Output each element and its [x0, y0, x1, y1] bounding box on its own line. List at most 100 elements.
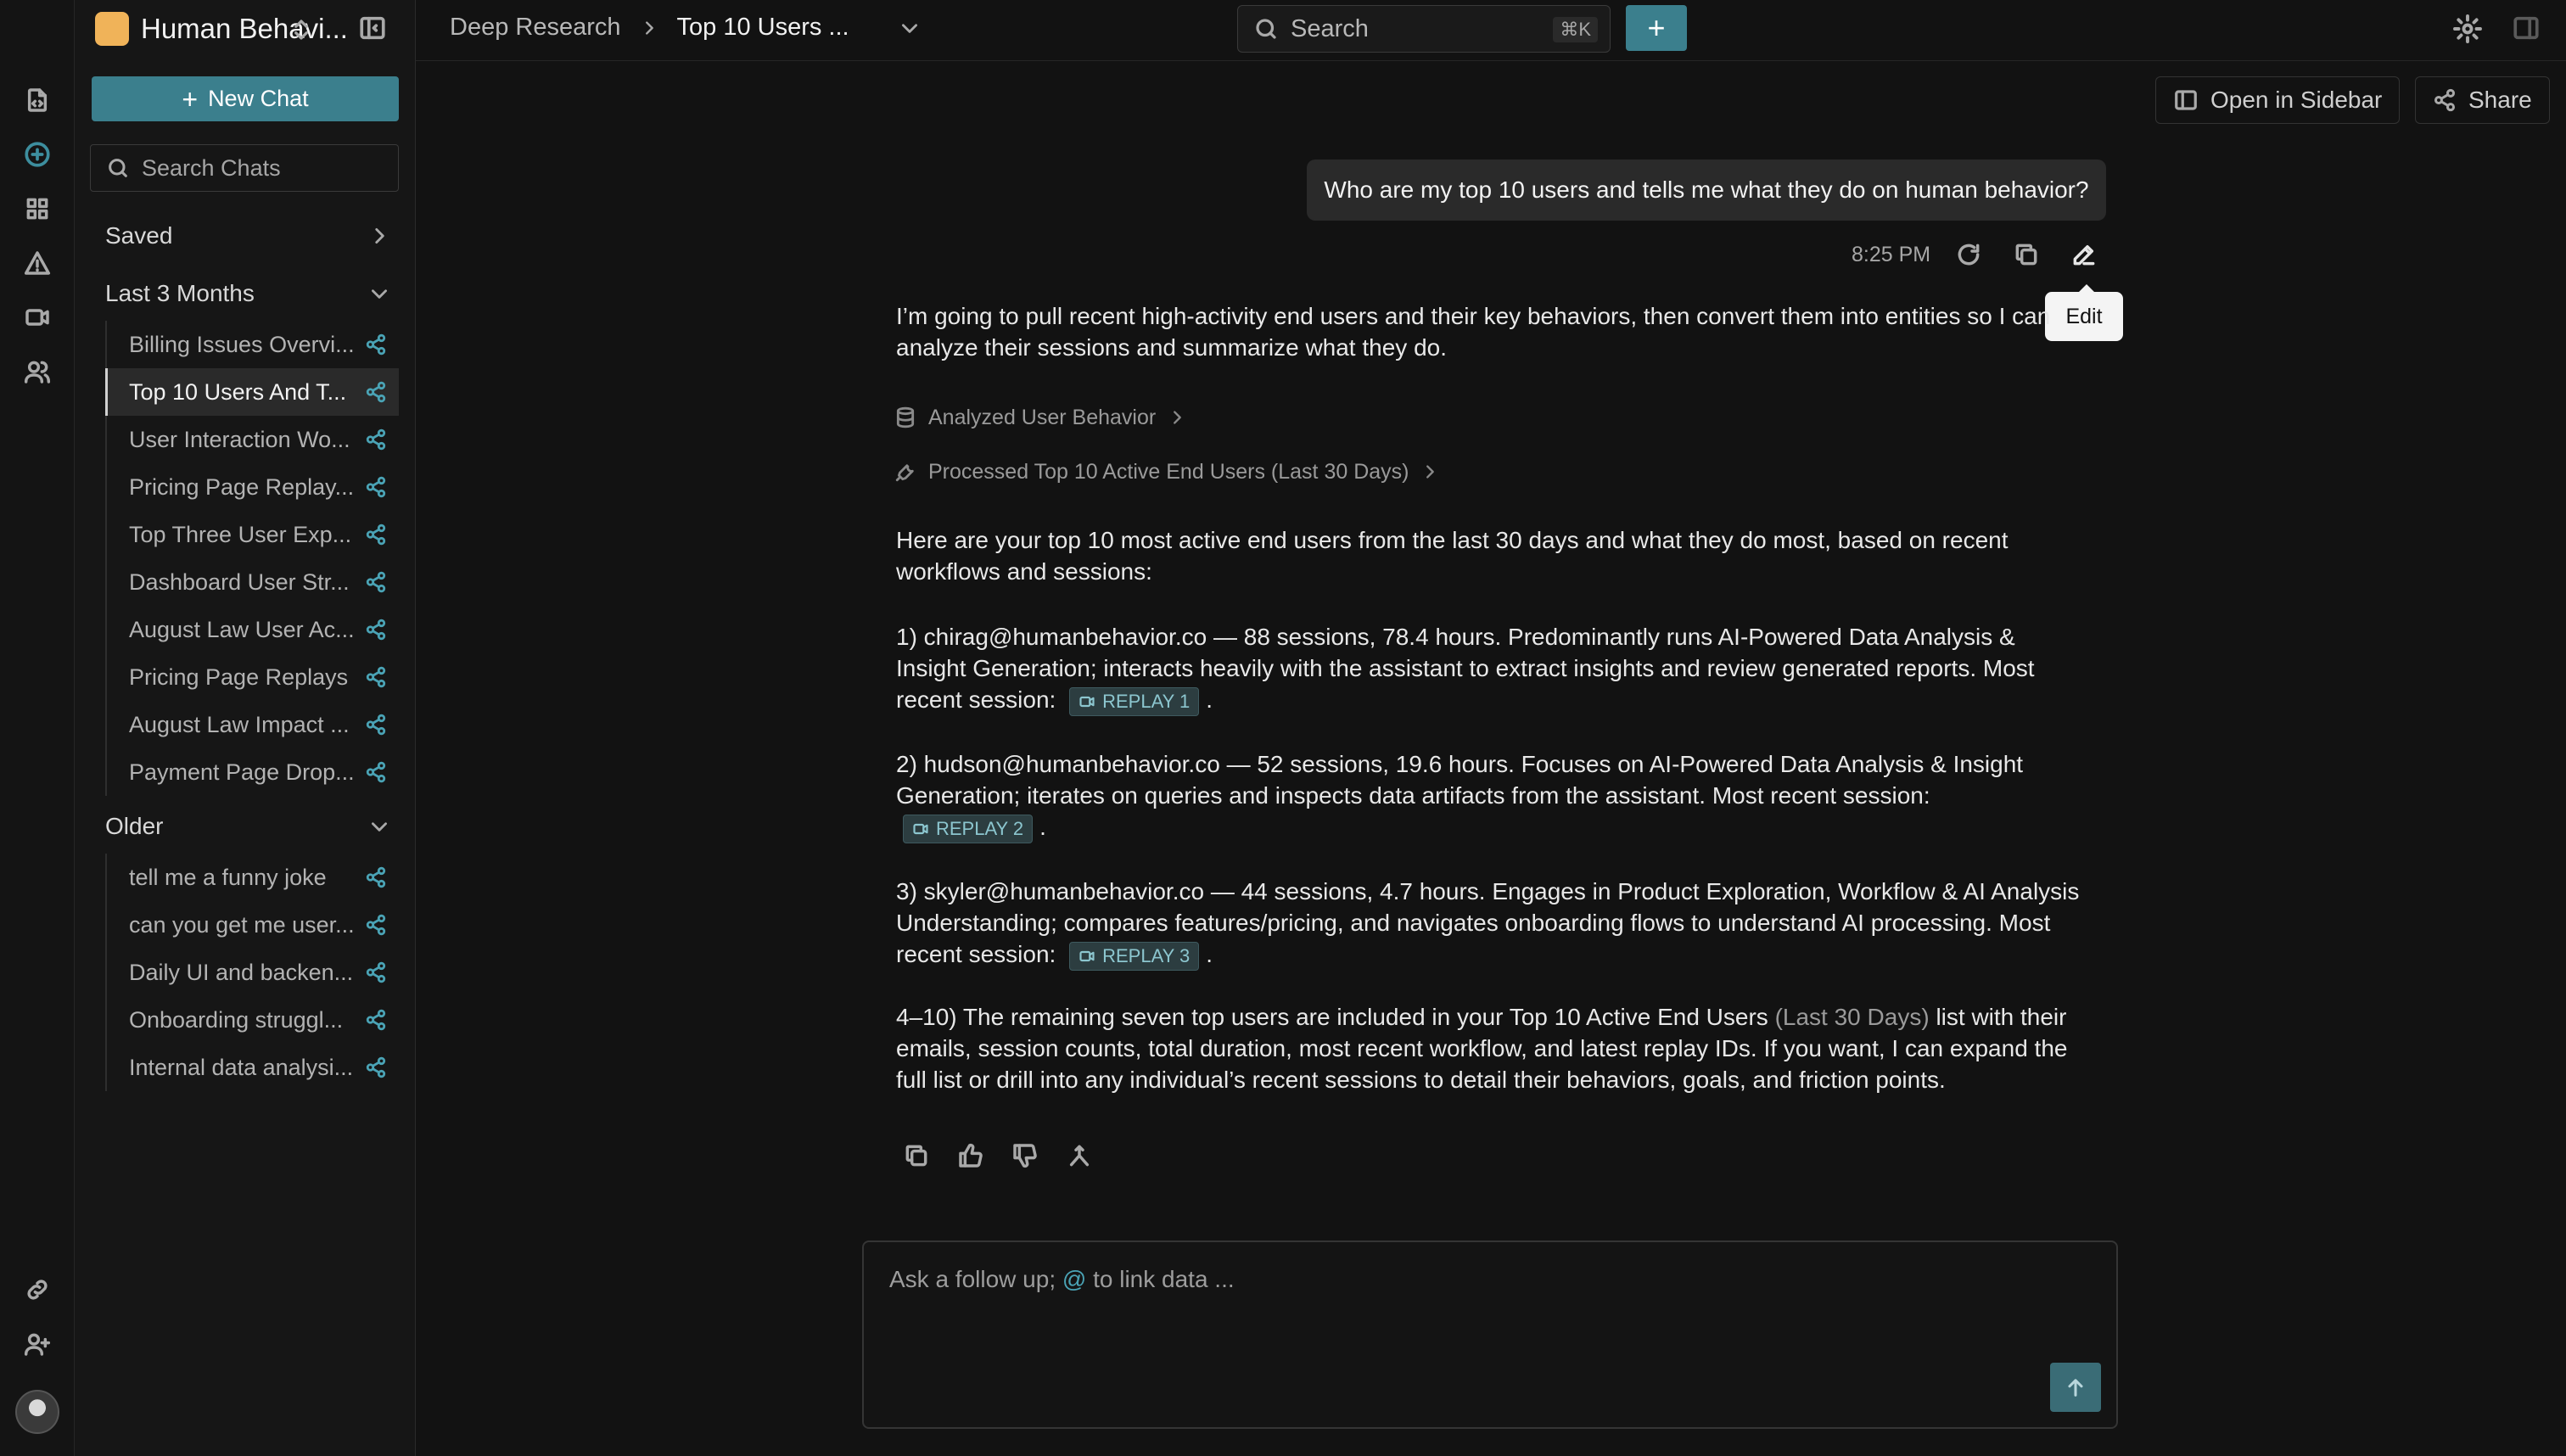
search-label: Search: [1291, 14, 1369, 42]
edit-icon[interactable]: [2067, 238, 2101, 272]
database-icon: [896, 406, 915, 428]
chat-title: Daily UI and backen...: [129, 959, 354, 985]
send-button[interactable]: [2050, 1363, 2101, 1412]
chat-list-item[interactable]: Top Three User Exp...: [107, 511, 399, 558]
video-icon[interactable]: [19, 299, 56, 336]
chat-list-item[interactable]: can you get me user...: [107, 901, 399, 949]
share-icon[interactable]: [365, 761, 387, 783]
thumbs-up-icon[interactable]: [952, 1137, 989, 1174]
replay-1-chip[interactable]: REPLAY 1: [1069, 686, 1200, 716]
new-chat-button[interactable]: + New Chat: [92, 76, 399, 121]
assistant-summary: Here are your top 10 most active end use…: [896, 527, 2009, 585]
share-icon[interactable]: [365, 476, 387, 498]
chat-title: Payment Page Drop...: [129, 759, 355, 785]
chat-list-item[interactable]: Payment Page Drop...: [107, 748, 399, 796]
chat-list-item[interactable]: User Interaction Wo...: [107, 416, 399, 463]
copy-response-icon[interactable]: [898, 1137, 935, 1174]
branch-icon[interactable]: [1061, 1137, 1098, 1174]
share-icon[interactable]: [365, 866, 387, 888]
follow-up-input[interactable]: Ask a follow up; @ to link data ...: [862, 1240, 2118, 1429]
create-button[interactable]: +: [1626, 5, 1687, 51]
chevron-up-down-icon[interactable]: [289, 15, 314, 44]
chat-list-item[interactable]: Onboarding struggl...: [107, 996, 399, 1044]
share-icon[interactable]: [365, 333, 387, 356]
collapse-sidebar-icon[interactable]: [358, 14, 387, 42]
message-timestamp: 8:25 PM: [1852, 243, 1931, 266]
chevron-right-icon: [375, 228, 384, 244]
tool-step-processed[interactable]: Processed Top 10 Active End Users (Last …: [894, 455, 1439, 489]
user-item-2: 2) hudson@humanbehavior.co — 52 sessions…: [896, 748, 2076, 843]
chat-list-item[interactable]: Pricing Page Replay...: [107, 463, 399, 511]
user-item-4-text: 4–10) The remaining seven top users are …: [896, 1004, 1768, 1030]
period: .: [1039, 814, 1046, 840]
search-icon: [109, 159, 127, 177]
share-icon[interactable]: [365, 1056, 387, 1078]
share-label: Share: [2468, 87, 2532, 113]
dashboard-icon[interactable]: [19, 190, 56, 227]
section-older-label: Older: [105, 813, 164, 839]
chat-list-item[interactable]: August Law Impact ...: [107, 701, 399, 748]
share-icon[interactable]: [365, 619, 387, 641]
chat-list-item[interactable]: Daily UI and backen...: [107, 949, 399, 996]
chat-title: Dashboard User Str...: [129, 568, 350, 595]
replay-3-chip[interactable]: REPLAY 3: [1069, 941, 1200, 971]
share-icon[interactable]: [365, 714, 387, 736]
share-icon[interactable]: [365, 524, 387, 546]
list-period-link[interactable]: (Last 30 Days): [1775, 1004, 1930, 1030]
new-chat-label: New Chat: [208, 86, 309, 111]
share-icon[interactable]: [365, 914, 387, 936]
sidebar-panel-icon: [2175, 90, 2197, 110]
top-bar: Deep Research Top 10 Users ... Search ⌘K…: [416, 0, 2566, 61]
users-icon[interactable]: [19, 353, 56, 390]
chat-title: Top Three User Exp...: [129, 521, 352, 547]
chat-list-item[interactable]: August Law User Ac...: [107, 606, 399, 653]
breadcrumb-current[interactable]: Top 10 Users ...: [677, 14, 849, 42]
add-user-icon[interactable]: [19, 1325, 56, 1363]
chat-list-item[interactable]: Pricing Page Replays: [107, 653, 399, 701]
link-icon[interactable]: [19, 1271, 56, 1308]
chat-list-item[interactable]: Top 10 Users And T...: [105, 368, 399, 416]
avatar[interactable]: [15, 1390, 59, 1434]
search-chats-input[interactable]: Search Chats: [90, 144, 399, 192]
replay-2-chip[interactable]: REPLAY 2: [903, 814, 1034, 843]
chat-list-item[interactable]: Internal data analysi...: [107, 1044, 399, 1091]
documents-icon[interactable]: [19, 81, 56, 119]
chevron-right-icon: [1426, 465, 1435, 479]
chat-title: Pricing Page Replays: [129, 664, 349, 690]
section-older[interactable]: Older: [105, 808, 390, 845]
share-icon[interactable]: [365, 381, 387, 403]
workspace-logo: [95, 12, 129, 46]
share-icon[interactable]: [365, 571, 387, 593]
alert-icon[interactable]: [19, 244, 56, 282]
video-icon: [1079, 950, 1095, 961]
edit-tooltip-text: Edit: [2065, 304, 2103, 328]
share-icon[interactable]: [365, 961, 387, 983]
share-icon[interactable]: [365, 666, 387, 688]
share-icon[interactable]: [365, 428, 387, 451]
share-icon[interactable]: [365, 1009, 387, 1031]
user-item-3: 3) skyler@humanbehavior.co — 44 sessions…: [896, 876, 2084, 971]
chevron-right-icon: [1174, 411, 1182, 424]
thumbs-down-icon[interactable]: [1006, 1137, 1044, 1174]
search-input[interactable]: Search ⌘K: [1237, 5, 1611, 53]
video-icon: [1079, 696, 1095, 707]
open-in-sidebar-button[interactable]: Open in Sidebar: [2155, 76, 2401, 124]
chat-list-item[interactable]: tell me a funny joke: [107, 854, 399, 901]
chat-title: Pricing Page Replay...: [129, 473, 355, 500]
chat-title: User Interaction Wo...: [129, 426, 350, 452]
chat-list-item[interactable]: Billing Issues Overvi...: [107, 321, 399, 368]
chat-add-icon[interactable]: [19, 136, 56, 173]
gear-icon[interactable]: [2452, 14, 2483, 44]
tool-step-analyzed[interactable]: Analyzed User Behavior: [894, 400, 1186, 434]
section-last-3-months[interactable]: Last 3 Months: [105, 275, 390, 312]
copy-icon[interactable]: [2009, 238, 2043, 272]
share-button[interactable]: Share: [2415, 76, 2550, 124]
retry-icon[interactable]: [1952, 238, 1986, 272]
section-saved[interactable]: Saved: [105, 217, 390, 255]
right-panel-toggle-icon[interactable]: [2512, 14, 2541, 42]
workspace-name: Human Behavi...: [141, 13, 348, 44]
chevron-down-icon[interactable]: [899, 17, 921, 39]
chat-title: tell me a funny joke: [129, 864, 327, 890]
breadcrumb-section[interactable]: Deep Research: [450, 14, 621, 42]
chat-list-item[interactable]: Dashboard User Str...: [107, 558, 399, 606]
